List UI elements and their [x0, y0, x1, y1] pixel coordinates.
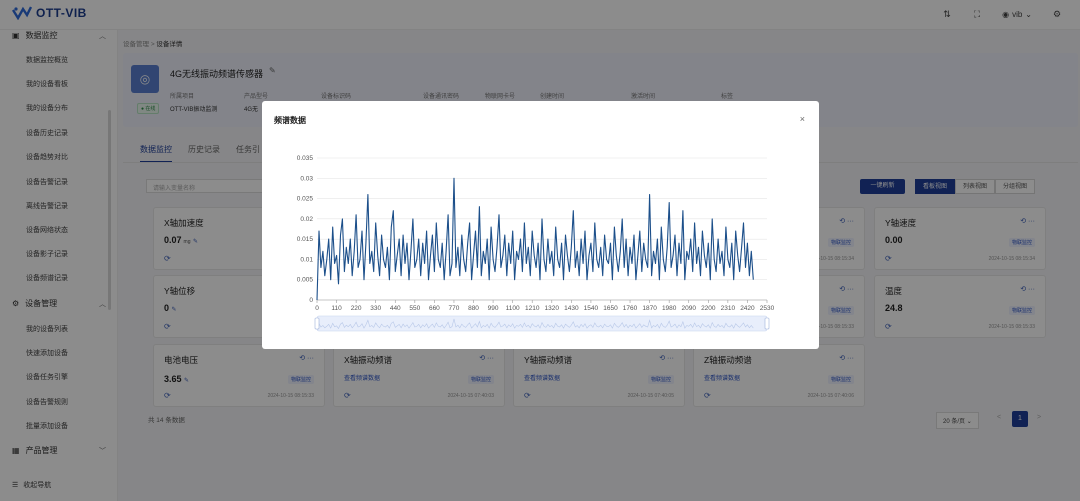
datazoom-track: [316, 315, 768, 332]
x-tick-label: 770: [449, 305, 460, 312]
datazoom-handle-left[interactable]: [314, 317, 320, 330]
x-tick-label: 2310: [721, 305, 736, 312]
x-tick-label: 1870: [642, 305, 657, 312]
x-tick-label: 1100: [506, 305, 520, 312]
y-tick-label: 0.03: [300, 175, 313, 182]
y-tick-label: 0.025: [297, 196, 314, 203]
x-tick-label: 2200: [701, 305, 716, 312]
y-tick-label: 0.02: [300, 216, 313, 223]
x-tick-label: 2420: [740, 305, 755, 312]
y-tick-label: 0.01: [300, 256, 313, 263]
y-tick-label: 0.015: [297, 236, 314, 243]
x-tick-label: 1210: [525, 305, 540, 312]
datazoom-handle-right[interactable]: [764, 317, 770, 330]
y-tick-label: 0.005: [297, 277, 314, 284]
x-tick-label: 1760: [623, 305, 638, 312]
x-tick-label: 1650: [603, 305, 618, 312]
x-tick-label: 1540: [584, 305, 599, 312]
x-tick-label: 1980: [662, 305, 677, 312]
x-tick-label: 1430: [564, 305, 579, 312]
x-tick-label: 660: [429, 305, 440, 312]
x-tick-label: 2090: [682, 305, 697, 312]
x-tick-label: 1320: [545, 305, 560, 312]
x-tick-label: 0: [315, 305, 319, 312]
x-tick-label: 330: [370, 305, 381, 312]
y-tick-label: 0.035: [297, 155, 314, 162]
x-tick-label: 990: [488, 305, 499, 312]
x-tick-label: 440: [390, 305, 401, 312]
x-tick-label: 220: [351, 305, 362, 312]
x-tick-label: 880: [468, 305, 479, 312]
x-tick-label: 2530: [760, 305, 775, 312]
y-tick-label: 0: [309, 297, 313, 304]
spectrum-modal: 频谱数据 × 0 0.005 0.01 0.015 0.02 0.025 0.03 0.035…: [262, 101, 819, 349]
x-tick-label: 110: [331, 305, 342, 312]
spectrum-line-chart: 0 0.005 0.01 0.015 0.02 0.025 0.03 0.035 0 110 220…: [297, 155, 775, 332]
x-tick-label: 550: [409, 305, 420, 312]
